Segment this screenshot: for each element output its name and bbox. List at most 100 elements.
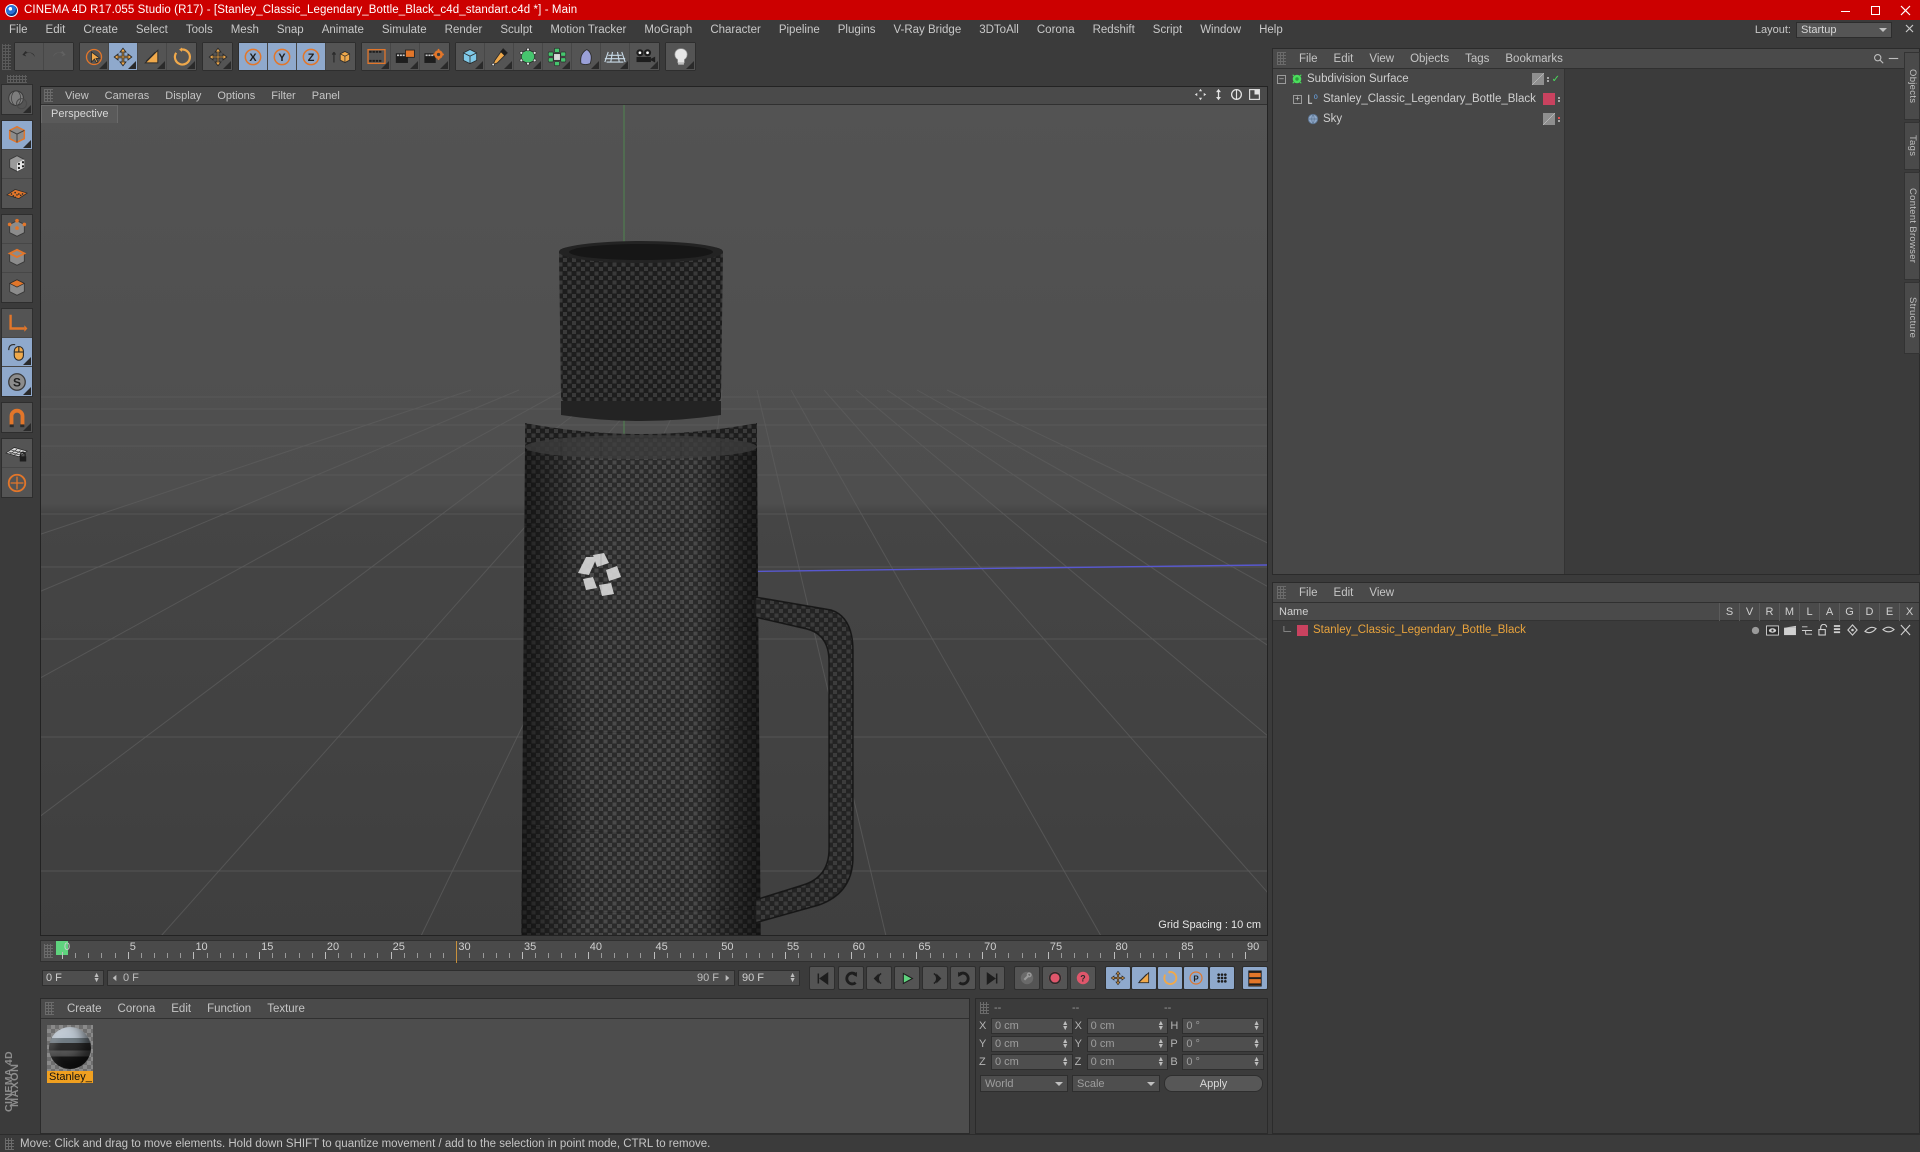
record-rotation-button[interactable]	[1157, 966, 1183, 990]
spinner-icon[interactable]: ▲ ▼	[1253, 1038, 1260, 1050]
material-manager-grip[interactable]	[45, 1002, 54, 1015]
menu-item-3dtoall[interactable]: 3DToAll	[970, 20, 1028, 40]
viewport-menu-view[interactable]: View	[57, 90, 97, 102]
layer-icon[interactable]	[1801, 625, 1813, 636]
mm-menu-texture[interactable]: Texture	[259, 1003, 313, 1015]
viewport-grip[interactable]	[44, 89, 53, 102]
timeline-filmstrip-button[interactable]	[1242, 966, 1268, 990]
menu-item-simulate[interactable]: Simulate	[373, 20, 436, 40]
autokey-button[interactable]	[1014, 966, 1040, 990]
rotate-view-icon[interactable]	[1230, 88, 1243, 101]
apply-button[interactable]: Apply	[1164, 1075, 1263, 1092]
menu-item-corona[interactable]: Corona	[1028, 20, 1084, 40]
live-selection-tool[interactable]	[2, 85, 32, 114]
coordinate-field-h[interactable]: 0 ° ▲ ▼	[1182, 1018, 1265, 1034]
status-bar-grip[interactable]	[5, 1137, 14, 1150]
object-tree[interactable]: – Subdivision Surface ✓ +0 Stanley_Classic_L…	[1273, 69, 1565, 574]
enable-snapping[interactable]	[2, 403, 32, 432]
material-col-e[interactable]: E	[1879, 602, 1899, 621]
visibility-eye-icon[interactable]	[1766, 624, 1779, 636]
current-frame-field[interactable]: 0 F ▲ ▼	[42, 970, 104, 986]
rotate-tool[interactable]	[167, 43, 196, 70]
menu-item-render[interactable]: Render	[436, 20, 492, 40]
range-right-arrow-icon[interactable]	[723, 974, 731, 982]
coordinate-field-y[interactable]: 0 cm ▲ ▼	[1086, 1036, 1169, 1052]
mm-menu-function[interactable]: Function	[199, 1003, 259, 1015]
timeline-grip[interactable]	[44, 944, 53, 958]
menu-item-file[interactable]: File	[0, 20, 37, 40]
vtab-structure[interactable]: Structure	[1904, 282, 1920, 354]
viewport-menu-panel[interactable]: Panel	[304, 90, 348, 102]
timeline-playhead[interactable]	[456, 941, 458, 963]
render-view[interactable]	[362, 43, 391, 70]
redo-button[interactable]	[44, 43, 73, 70]
enable-axis-modification[interactable]	[2, 338, 32, 367]
om-menu-bookmarks[interactable]: Bookmarks	[1497, 53, 1571, 65]
material-col-g[interactable]: G	[1839, 602, 1859, 621]
render-to-picture-viewer[interactable]	[391, 43, 420, 70]
add-light[interactable]	[666, 43, 695, 70]
vtab-tags[interactable]: Tags	[1904, 122, 1920, 170]
coordinate-field-x[interactable]: 0 cm ▲ ▼	[1086, 1018, 1169, 1034]
display-tag-icon[interactable]	[1531, 73, 1544, 85]
layout-select[interactable]: Startup	[1796, 22, 1892, 38]
texture-mode[interactable]	[2, 150, 32, 179]
menu-item-window[interactable]: Window	[1191, 20, 1250, 40]
zoom-icon[interactable]	[1212, 88, 1225, 101]
z-axis-lock[interactable]: Z	[297, 43, 326, 70]
lock-workplane[interactable]	[2, 439, 32, 468]
expand-expander-icon[interactable]: +	[1293, 94, 1302, 104]
om-menu-objects[interactable]: Objects	[1402, 53, 1457, 65]
attr-grip[interactable]	[1277, 586, 1286, 599]
material-chip[interactable]: Stanley_	[47, 1025, 93, 1083]
pan-icon[interactable]	[1194, 88, 1207, 101]
material-thumbnail[interactable]	[47, 1025, 93, 1071]
material-col-l[interactable]: L	[1799, 602, 1819, 621]
material-col-a[interactable]: A	[1819, 602, 1839, 621]
coordinates-grip[interactable]	[980, 1002, 989, 1014]
spinner-icon[interactable]: ▲ ▼	[1062, 1038, 1069, 1050]
spinner-icon[interactable]: ▲ ▼	[93, 972, 100, 984]
add-scene-object[interactable]	[601, 43, 630, 70]
menu-item-character[interactable]: Character	[701, 20, 770, 40]
go-to-start-button[interactable]	[809, 966, 835, 990]
material-col-v[interactable]: V	[1739, 602, 1759, 621]
viewport-menu-filter[interactable]: Filter	[263, 90, 303, 102]
add-camera[interactable]	[630, 43, 659, 70]
record-pla-button[interactable]: P	[1183, 966, 1209, 990]
material-col-x[interactable]: X	[1899, 602, 1919, 621]
point-mode[interactable]	[2, 215, 32, 244]
menu-item-mesh[interactable]: Mesh	[222, 20, 268, 40]
mm-menu-edit[interactable]: Edit	[163, 1003, 199, 1015]
generator-icon[interactable]	[1846, 624, 1859, 636]
step-forward-keyframe-button[interactable]	[950, 966, 976, 990]
visibility-dots-icon[interactable]	[1558, 96, 1560, 102]
material-tag-icon[interactable]	[1543, 93, 1555, 105]
move-tool[interactable]	[109, 43, 138, 70]
model-mode[interactable]	[2, 121, 32, 150]
maximize-view-icon[interactable]	[1248, 88, 1261, 101]
coordinate-field-x[interactable]: 0 cm ▲ ▼	[991, 1018, 1073, 1034]
material-col-s[interactable]: S	[1719, 602, 1739, 621]
close-document-button[interactable]	[1905, 22, 1914, 36]
collapse-expander-icon[interactable]: –	[1277, 74, 1286, 84]
range-left-arrow-icon[interactable]	[111, 974, 119, 982]
menu-item-select[interactable]: Select	[127, 20, 177, 40]
menu-item-help[interactable]: Help	[1250, 20, 1292, 40]
menu-item-sculpt[interactable]: Sculpt	[491, 20, 541, 40]
go-to-end-button[interactable]	[979, 966, 1005, 990]
visibility-dots-icon[interactable]	[1558, 116, 1560, 122]
maximize-button[interactable]	[1860, 0, 1890, 20]
menu-item-mograph[interactable]: MoGraph	[635, 20, 701, 40]
enabled-check-icon[interactable]: ✓	[1552, 74, 1560, 85]
menu-item-plugins[interactable]: Plugins	[829, 20, 885, 40]
coordinate-mode-dropdown[interactable]: Scale	[1072, 1075, 1160, 1092]
om-menu-edit[interactable]: Edit	[1326, 53, 1362, 65]
coordinate-field-z[interactable]: 0 cm ▲ ▼	[1086, 1054, 1169, 1070]
minimize-button[interactable]	[1830, 0, 1860, 20]
deformer-icon[interactable]	[1864, 624, 1877, 636]
coordinate-field-b[interactable]: 0 ° ▲ ▼	[1182, 1054, 1265, 1070]
material-col-d[interactable]: D	[1859, 602, 1879, 621]
om-menu-view[interactable]: View	[1361, 53, 1402, 65]
menu-item-v-ray-bridge[interactable]: V-Ray Bridge	[884, 20, 970, 40]
